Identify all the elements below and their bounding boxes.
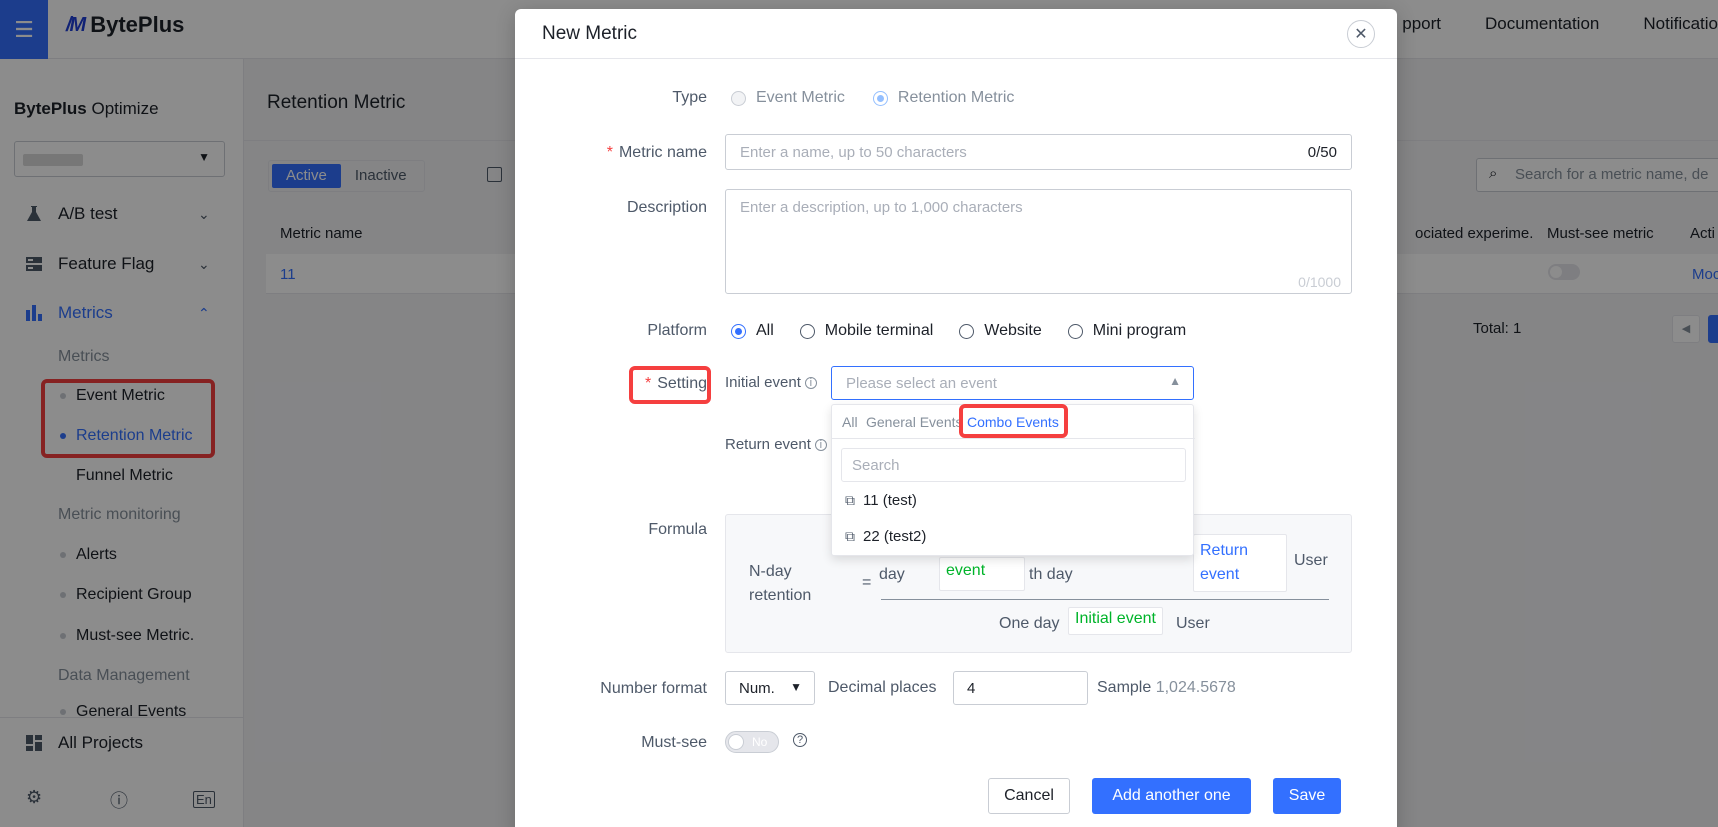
copy-icon: ⧉ [845,492,855,508]
decimal-places-label: Decimal places [828,679,937,696]
description-label: Description [626,199,707,216]
formula-day: day [879,566,905,583]
number-format-select[interactable]: Num. ▼ [725,671,815,705]
metric-name-input[interactable]: Enter a name, up to 50 characters 0/50 [725,134,1352,170]
formula-label: Formula [648,521,707,538]
help-icon[interactable]: ? [793,733,807,747]
tab-all-events[interactable]: All [842,414,858,430]
formula-return-event-tag: Return event [1193,534,1287,592]
modal-title: New Metric [542,23,638,44]
info-icon: i [814,439,827,452]
event-search-input[interactable]: Search [841,448,1186,482]
formula-n-day-retention: N-day retention [749,563,812,604]
return-event-label: Return event i [725,436,827,453]
decimal-places-input[interactable]: 4 [953,671,1088,705]
sample-value: Sample 1,024.5678 [1097,679,1236,696]
name-char-count: 0/50 [1307,144,1337,161]
tab-combo-events[interactable]: Combo Events [967,414,1059,430]
formula-equals: = [862,574,872,591]
type-radio-group: Event Metric Retention Metric [731,89,1014,107]
formula-fraction-line [881,599,1329,600]
formula-event-tag: event [939,557,1025,591]
initial-event-select[interactable]: Please select an event ▲ [831,366,1194,400]
formula-one-day: One day [999,615,1060,632]
description-textarea[interactable]: Enter a description, up to 1,000 charact… [725,189,1352,294]
platform-radio-group: All Mobile terminal Website Mini program [731,322,1186,340]
caret-down-icon: ▼ [790,680,802,694]
formula-initial-event-tag: Initial event [1068,607,1163,635]
caret-up-icon: ▲ [1169,374,1181,388]
type-event-metric-radio[interactable]: Event Metric [731,89,845,107]
close-icon[interactable]: ✕ [1347,20,1375,48]
modal-header: New Metric ✕ [515,9,1397,59]
list-item[interactable]: ⧉ 11 (test) [845,492,917,509]
add-another-button[interactable]: Add another one [1092,778,1251,814]
desc-char-count: 0/1000 [1298,274,1341,290]
tab-general-events[interactable]: General Events [866,414,963,430]
list-item[interactable]: ⧉ 22 (test2) [845,528,926,545]
platform-mobile-radio[interactable]: Mobile terminal [799,322,933,340]
number-format-label: Number format [600,680,707,697]
metric-name-label: * Metric name [606,144,707,161]
initial-event-label: Initial event i [725,374,817,391]
formula-user-2: User [1176,615,1210,632]
platform-label: Platform [647,322,707,339]
event-dropdown: All General Events Combo Events Search ⧉… [831,404,1195,556]
must-see-toggle[interactable]: No [725,731,779,753]
cancel-button[interactable]: Cancel [988,778,1070,814]
copy-icon: ⧉ [845,528,855,544]
type-retention-metric-radio[interactable]: Retention Metric [872,89,1014,107]
setting-label: * Setting [644,375,707,392]
event-type-tabs: All General Events Combo Events [832,405,1195,439]
new-metric-modal: New Metric ✕ Type Event Metric Retention… [515,9,1397,827]
save-button[interactable]: Save [1273,778,1341,814]
platform-mini-program-radio[interactable]: Mini program [1067,322,1186,340]
must-see-label: Must-see [641,734,707,751]
platform-all-radio[interactable]: All [731,322,774,340]
platform-website-radio[interactable]: Website [959,322,1042,340]
type-label: Type [672,89,707,106]
formula-th-day: th day [1029,566,1073,583]
formula-user: User [1294,552,1328,569]
info-icon: i [804,377,817,390]
